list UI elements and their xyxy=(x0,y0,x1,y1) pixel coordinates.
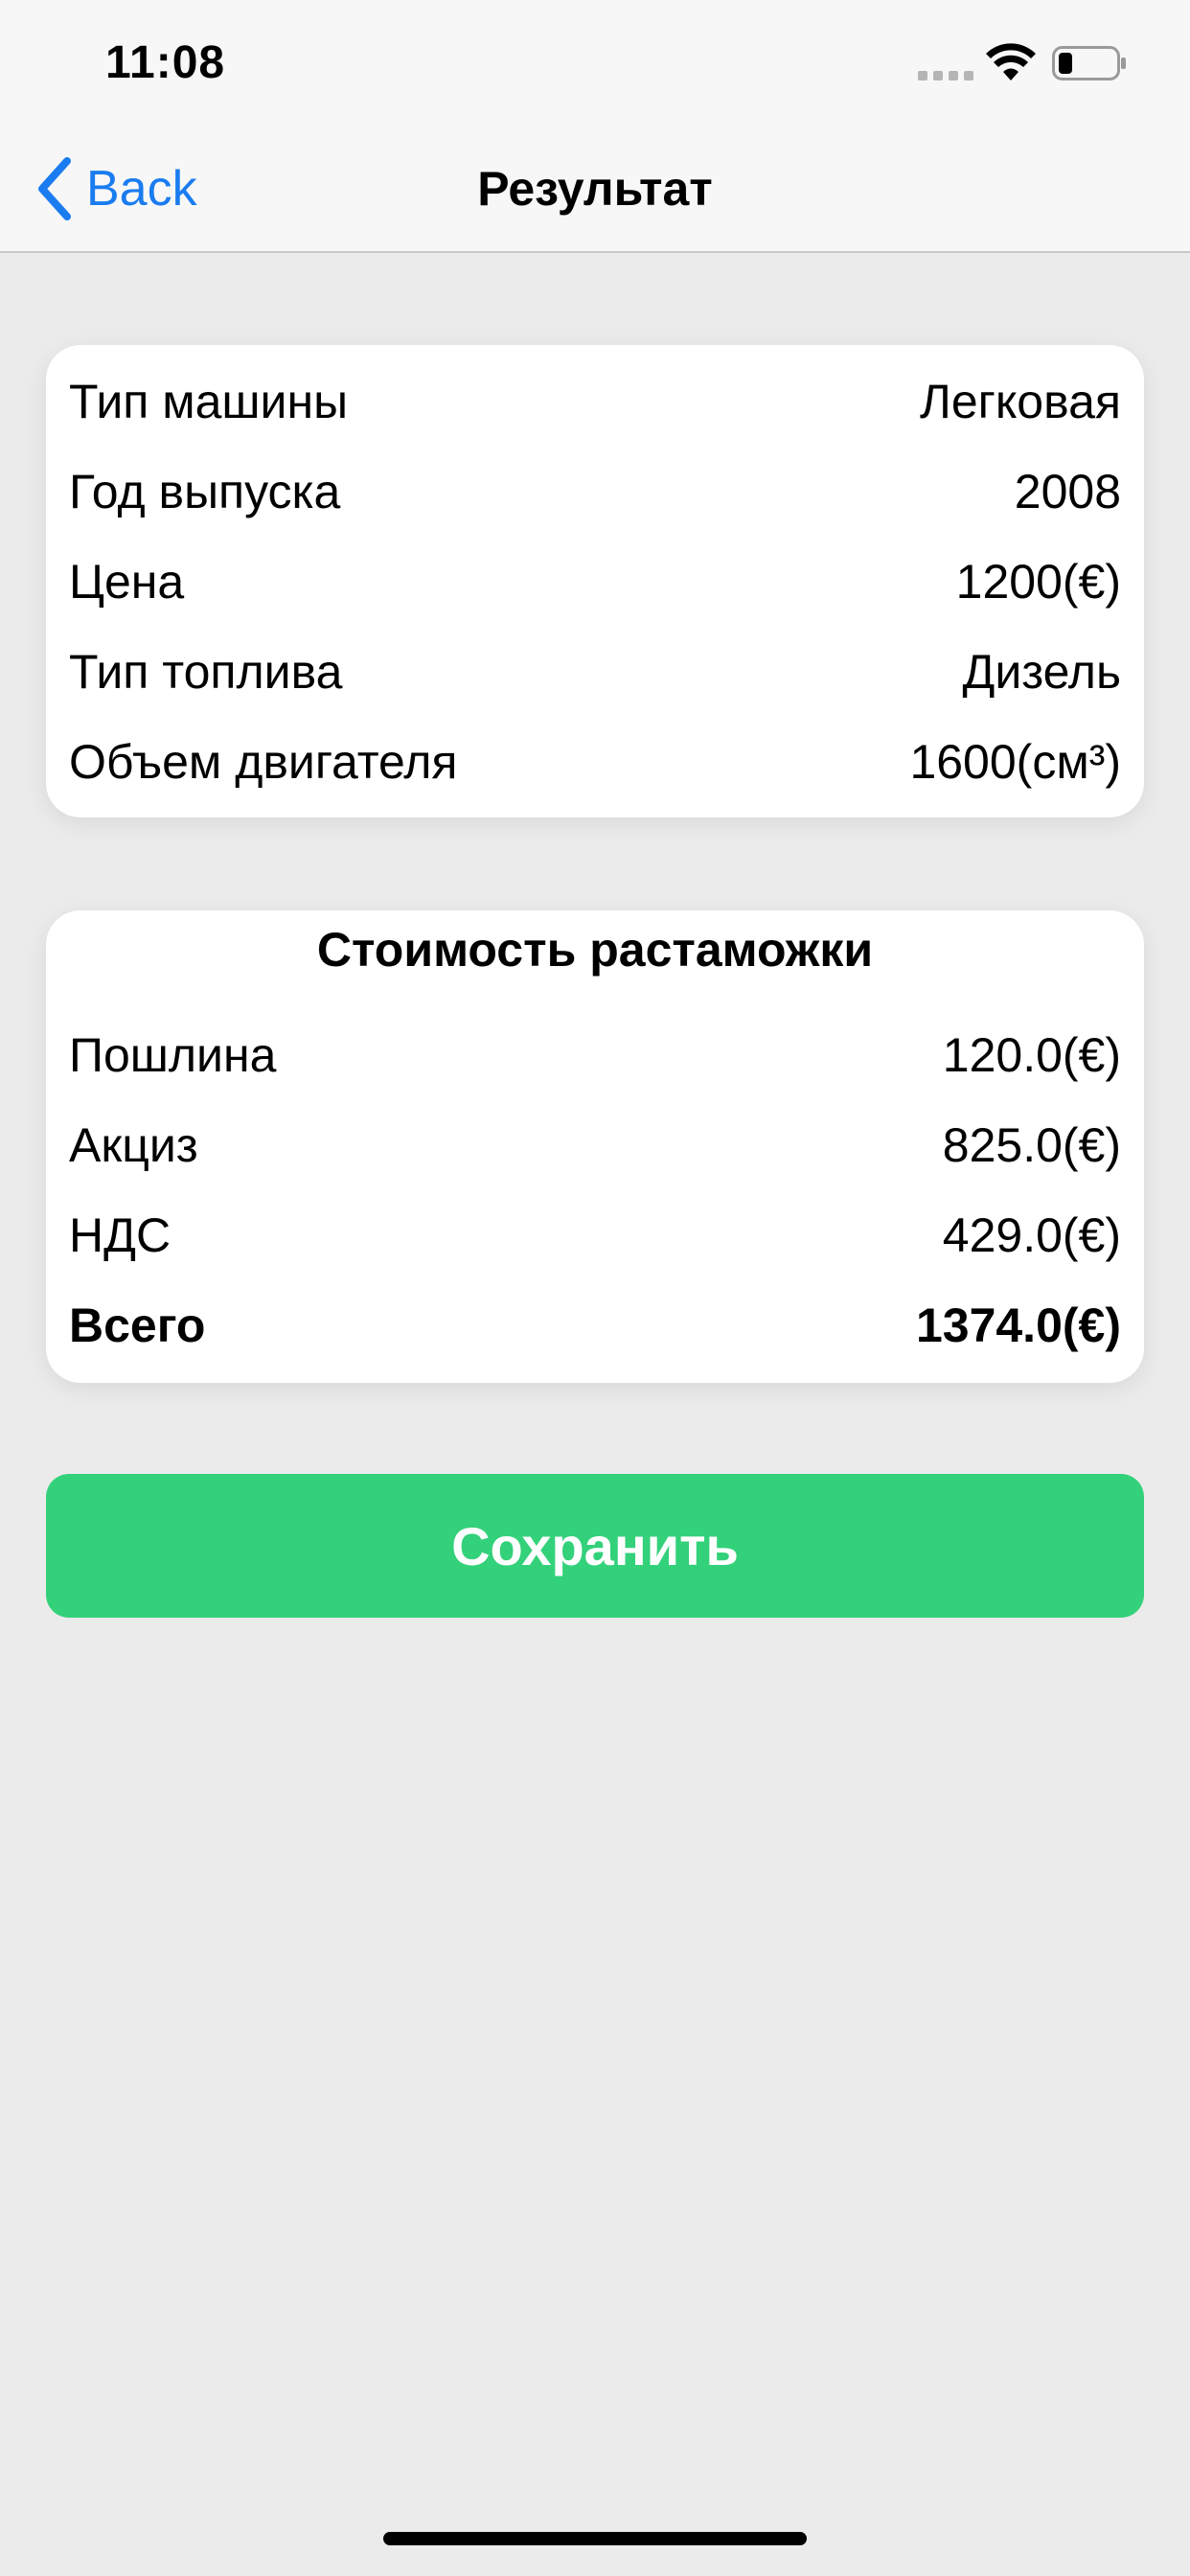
year-row: Год выпуска 2008 xyxy=(69,458,1121,525)
vat-value: 429.0(€) xyxy=(942,1208,1121,1262)
vat-label: НДС xyxy=(69,1208,172,1262)
total-value: 1374.0(€) xyxy=(915,1299,1121,1352)
total-row: Всего 1374.0(€) xyxy=(69,1292,1121,1359)
fuel-type-value: Дизель xyxy=(962,645,1121,699)
year-label: Год выпуска xyxy=(69,465,341,518)
excise-row: Акциз 825.0(€) xyxy=(69,1112,1121,1179)
status-time: 11:08 xyxy=(105,37,226,88)
customs-cost-card: Стоимость растаможки Пошлина 120.0(€) Ак… xyxy=(46,910,1144,1383)
nav-bar: Back Результат xyxy=(0,126,1190,253)
vat-row: НДС 429.0(€) xyxy=(69,1202,1121,1269)
excise-value: 825.0(€) xyxy=(942,1118,1121,1172)
battery-icon xyxy=(1052,46,1126,80)
price-label: Цена xyxy=(69,555,185,609)
excise-label: Акциз xyxy=(69,1118,198,1172)
fuel-type-label: Тип топлива xyxy=(69,645,343,699)
wifi-icon xyxy=(986,43,1036,80)
car-info-card: Тип машины Легковая Год выпуска 2008 Цен… xyxy=(46,345,1144,817)
engine-volume-label: Объем двигателя xyxy=(69,735,458,789)
car-type-row: Тип машины Легковая xyxy=(69,368,1121,435)
home-indicator[interactable] xyxy=(383,2532,807,2545)
duty-value: 120.0(€) xyxy=(942,1028,1121,1082)
price-value: 1200(€) xyxy=(955,555,1121,609)
engine-volume-row: Объем двигателя 1600(см³) xyxy=(69,728,1121,795)
car-type-label: Тип машины xyxy=(69,375,349,428)
duty-row: Пошлина 120.0(€) xyxy=(69,1022,1121,1089)
year-value: 2008 xyxy=(1014,465,1121,518)
customs-cost-heading: Стоимость растаможки xyxy=(316,923,874,977)
duty-label: Пошлина xyxy=(69,1028,277,1082)
signal-dots-icon xyxy=(918,71,973,80)
save-button[interactable]: Сохранить xyxy=(46,1474,1144,1618)
status-bar: 11:08 xyxy=(0,0,1190,126)
page-title: Результат xyxy=(477,162,713,216)
total-label: Всего xyxy=(69,1299,206,1352)
price-row: Цена 1200(€) xyxy=(69,548,1121,615)
engine-volume-value: 1600(см³) xyxy=(909,735,1121,789)
car-type-value: Легковая xyxy=(920,375,1121,428)
fuel-type-row: Тип топлива Дизель xyxy=(69,638,1121,705)
